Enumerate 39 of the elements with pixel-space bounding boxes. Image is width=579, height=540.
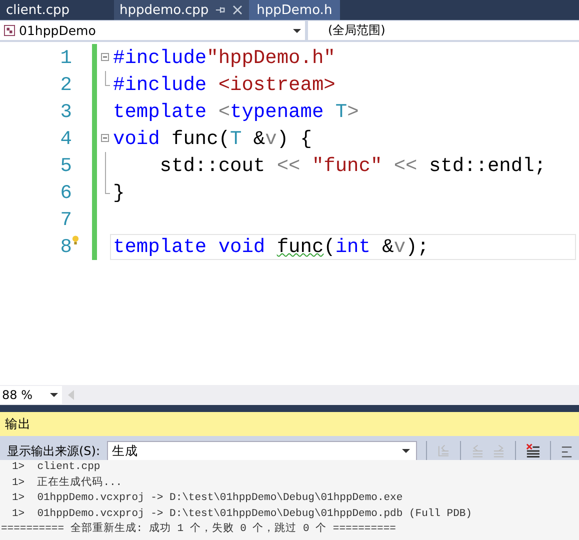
output-line: ========== 全部重新生成: 成功 1 个，失败 0 个，跳过 0 个 ========== — [1, 522, 397, 537]
fold-end-line — [105, 71, 110, 86]
output-line: 1> 01hppDemo.vcxproj -> D:\test\01hppDemo\Debug\01hppDemo.pdb (Full PDB) — [12, 506, 473, 522]
output-line: 1> 正在生成代码... — [12, 476, 124, 490]
project-dropdown[interactable]: 01hppDemo — [0, 21, 305, 40]
fold-line — [105, 152, 106, 179]
close-icon[interactable] — [232, 5, 243, 15]
line-number: 3 — [59, 100, 72, 122]
caret-icon — [293, 28, 301, 32]
code-line: std::cout << "func" << std::endl; — [158, 154, 547, 178]
lightbulb-icon[interactable] — [72, 235, 79, 246]
line-number: 6 — [59, 182, 72, 204]
output-line: 1> 01hppDemo.vcxproj -> D:\test\01hppDemo\Debug\01hppDemo.exe — [12, 491, 404, 506]
code-line: #include"hppDemo.h" — [112, 46, 336, 70]
code-line: #include <iostream> — [112, 72, 336, 98]
caret-icon — [50, 393, 58, 397]
source-label: 显示输出来源(S): — [7, 442, 100, 460]
caret-icon — [402, 449, 410, 453]
project-icon — [4, 25, 15, 36]
line-number: 1 — [59, 46, 72, 68]
fold-end-line — [105, 179, 110, 194]
pin-icon[interactable] — [214, 5, 226, 15]
output-line: 1> client.cpp — [12, 460, 102, 475]
document-tab[interactable]: hppdemo.cpp — [114, 0, 249, 20]
line-number: 8 — [59, 236, 72, 258]
scope-dropdown[interactable]: (全局范围) — [308, 21, 579, 40]
code-line: void func(T &v) { — [112, 126, 313, 152]
clear-all-icon[interactable] — [525, 443, 541, 459]
document-tab[interactable]: client.cpp — [0, 0, 76, 20]
code-line: template <typename T> — [112, 100, 360, 124]
code-line: } — [112, 180, 126, 206]
document-tab[interactable]: hppDemo.h — [248, 0, 340, 20]
line-number: 5 — [59, 154, 72, 176]
line-number: 4 — [59, 128, 72, 150]
output-panel-title: 输出 — [0, 412, 579, 436]
line-number: 2 — [59, 74, 72, 96]
source-dropdown[interactable]: 生成 — [107, 440, 418, 462]
zoom-dropdown[interactable]: 88 % — [0, 386, 62, 404]
line-number: 7 — [59, 208, 72, 230]
